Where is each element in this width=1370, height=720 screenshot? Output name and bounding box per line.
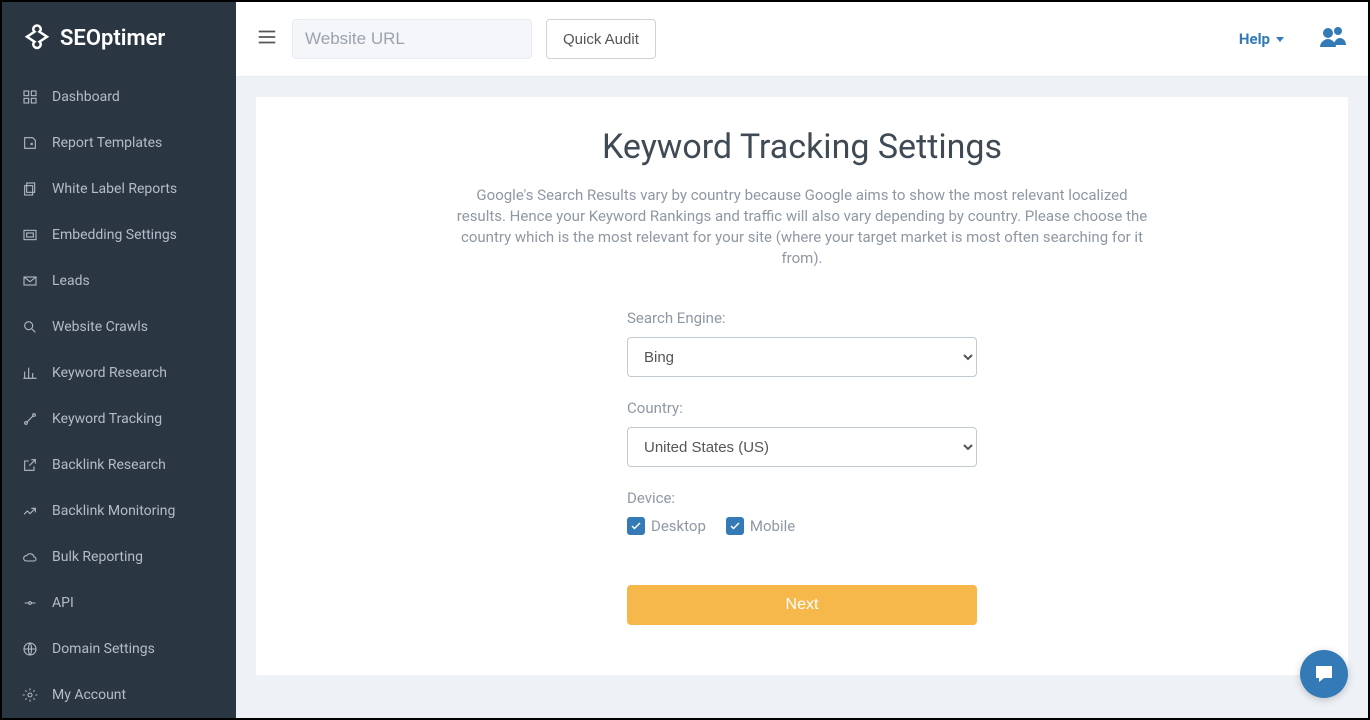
- trend-icon: [22, 503, 38, 519]
- page-description: Google's Search Results vary by country …: [452, 185, 1152, 269]
- api-icon: [22, 595, 38, 611]
- device-label: Device:: [627, 489, 977, 507]
- search-engine-select[interactable]: Bing: [627, 337, 977, 377]
- desktop-checkbox[interactable]: [627, 517, 645, 535]
- dashboard-icon: [22, 89, 38, 105]
- search-icon: [22, 319, 38, 335]
- next-button[interactable]: Next: [627, 585, 977, 625]
- sidebar-item-backlink-research[interactable]: Backlink Research: [2, 442, 236, 488]
- website-url-input[interactable]: [292, 19, 532, 59]
- sidebar-item-report-templates[interactable]: Report Templates: [2, 120, 236, 166]
- sidebar-item-keyword-tracking[interactable]: Keyword Tracking: [2, 396, 236, 442]
- sidebar-item-api[interactable]: API: [2, 580, 236, 626]
- brand-logo: SEOptimer: [2, 2, 236, 74]
- country-label: Country:: [627, 399, 977, 417]
- sidebar-item-backlink-monitoring[interactable]: Backlink Monitoring: [2, 488, 236, 534]
- chart-icon: [22, 365, 38, 381]
- copy-icon: [22, 181, 38, 197]
- sidebar-item-white-label[interactable]: White Label Reports: [2, 166, 236, 212]
- sidebar-item-domain-settings[interactable]: Domain Settings: [2, 626, 236, 672]
- sidebar-item-keyword-research[interactable]: Keyword Research: [2, 350, 236, 396]
- nav: Dashboard Report Templates White Label R…: [2, 74, 236, 718]
- gear-icon: [22, 687, 38, 703]
- settings-form: Search Engine: Bing Country: United Stat…: [627, 309, 977, 625]
- mobile-checkbox-label: Mobile: [750, 517, 795, 535]
- users-icon[interactable]: [1318, 25, 1348, 53]
- menu-toggle-icon[interactable]: [256, 26, 278, 52]
- topbar: Quick Audit Help: [236, 2, 1368, 77]
- sidebar-item-dashboard[interactable]: Dashboard: [2, 74, 236, 120]
- page-title: Keyword Tracking Settings: [296, 127, 1308, 167]
- main: Quick Audit Help Keyword Tracking Settin…: [236, 2, 1368, 718]
- help-dropdown[interactable]: Help: [1239, 30, 1284, 48]
- mobile-checkbox[interactable]: [726, 517, 744, 535]
- external-icon: [22, 457, 38, 473]
- sidebar-item-website-crawls[interactable]: Website Crawls: [2, 304, 236, 350]
- sidebar-item-bulk-reporting[interactable]: Bulk Reporting: [2, 534, 236, 580]
- chat-widget-button[interactable]: [1300, 650, 1348, 698]
- brand-name: SEOptimer: [60, 26, 165, 51]
- globe-icon: [22, 641, 38, 657]
- country-select[interactable]: United States (US): [627, 427, 977, 467]
- template-icon: [22, 135, 38, 151]
- tracking-icon: [22, 411, 38, 427]
- content-area: Keyword Tracking Settings Google's Searc…: [236, 77, 1368, 718]
- sidebar: SEOptimer Dashboard Report Templates Whi…: [2, 2, 236, 718]
- cloud-icon: [22, 549, 38, 565]
- sidebar-item-leads[interactable]: Leads: [2, 258, 236, 304]
- desktop-checkbox-label: Desktop: [651, 517, 706, 535]
- logo-icon: [22, 23, 52, 53]
- sidebar-item-embedding[interactable]: Embedding Settings: [2, 212, 236, 258]
- search-engine-label: Search Engine:: [627, 309, 977, 327]
- embed-icon: [22, 227, 38, 243]
- settings-card: Keyword Tracking Settings Google's Searc…: [256, 97, 1348, 675]
- mail-icon: [22, 273, 38, 289]
- sidebar-item-my-account[interactable]: My Account: [2, 672, 236, 718]
- quick-audit-button[interactable]: Quick Audit: [546, 19, 656, 59]
